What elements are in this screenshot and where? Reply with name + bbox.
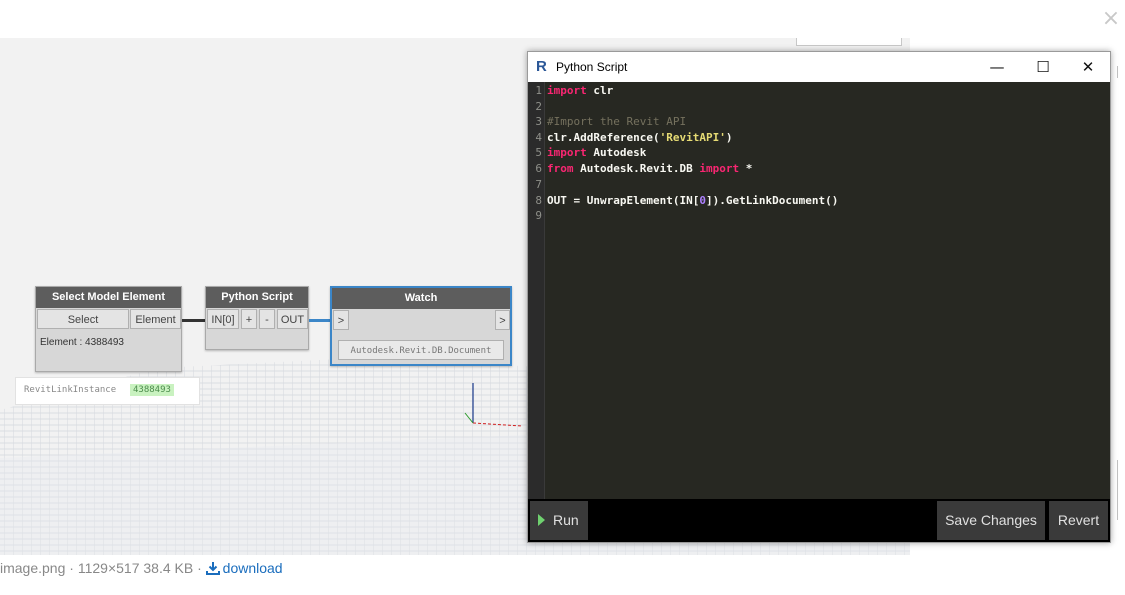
window-titlebar[interactable]: R Python Script — ☐ ✕: [528, 52, 1110, 82]
line-number: 9: [535, 209, 542, 222]
line-number: 8: [535, 194, 542, 207]
window-title: Python Script: [556, 60, 628, 74]
node-title: Watch: [332, 288, 510, 309]
code-line-6: from Autodesk.Revit.DB import *: [547, 162, 753, 175]
line-number: 2: [535, 100, 542, 113]
select-model-element-node[interactable]: Select Model Element Select Element Elem…: [35, 286, 182, 372]
toolbar-stub: [796, 38, 902, 46]
lightbox-close-icon[interactable]: ×: [1101, 8, 1121, 30]
revert-button[interactable]: Revert: [1049, 501, 1108, 540]
line-number: 1: [535, 84, 542, 97]
save-changes-button[interactable]: Save Changes: [937, 501, 1045, 540]
run-button[interactable]: Run: [530, 501, 588, 540]
line-number-gutter: 1 2 3 4 5 6 7 8 9: [528, 82, 545, 499]
download-link[interactable]: download: [205, 560, 283, 576]
watch-input-port[interactable]: >: [333, 310, 349, 330]
preview-value: 4388493: [130, 384, 174, 396]
caption-separator: ·: [69, 560, 74, 576]
line-number: 6: [535, 162, 542, 175]
watch-output-port[interactable]: >: [495, 310, 510, 330]
watch-node[interactable]: Watch > > Autodesk.Revit.DB.Document: [330, 286, 512, 366]
caption-separator: ·: [197, 560, 202, 576]
image-filename: image.png: [0, 560, 66, 576]
play-icon: [538, 514, 545, 526]
select-button[interactable]: Select: [37, 309, 129, 329]
connector-wire[interactable]: [309, 319, 331, 322]
in0-input-port[interactable]: IN[0]: [207, 309, 239, 329]
revit-logo-icon: R: [536, 58, 547, 75]
line-number: 7: [535, 178, 542, 191]
node-title: Select Model Element: [36, 287, 181, 308]
preview-type-label: RevitLinkInstance: [24, 385, 117, 395]
out-output-port[interactable]: OUT: [277, 309, 308, 329]
code-line-8: OUT = UnwrapElement(IN[0]).GetLinkDocume…: [547, 194, 839, 207]
python-script-node[interactable]: Python Script IN[0] + - OUT: [205, 286, 309, 350]
editor-footer: Run Save Changes Revert: [528, 499, 1110, 542]
watch-value: Autodesk.Revit.DB.Document: [338, 340, 504, 360]
close-icon[interactable]: ✕: [1065, 52, 1111, 82]
code-line-1: import clr: [547, 84, 614, 97]
line-number: 5: [535, 146, 542, 159]
download-icon: [205, 562, 220, 575]
code-line-3: #Import the Revit API: [547, 115, 687, 128]
page-scrollbar[interactable]: [1112, 60, 1125, 540]
code-editor[interactable]: 1 2 3 4 5 6 7 8 9 import clr #Import the…: [528, 82, 1110, 499]
image-size: 38.4 KB: [143, 560, 194, 576]
line-number: 4: [535, 131, 542, 144]
code-line-5: import Autodesk: [547, 146, 647, 159]
maximize-icon[interactable]: ☐: [1020, 52, 1066, 82]
node-preview-bubble: RevitLinkInstance 4388493: [15, 377, 200, 405]
code-line-4: clr.AddReference('RevitAPI'): [547, 131, 733, 144]
image-caption: image.png · 1129×517 38.4 KB · download: [0, 560, 283, 576]
element-output-port[interactable]: Element: [130, 309, 181, 329]
element-info: Element : 4388493: [40, 337, 124, 348]
python-script-window[interactable]: R Python Script — ☐ ✕ 1 2 3 4 5 6 7 8 9 …: [527, 51, 1111, 543]
add-input-button[interactable]: +: [241, 309, 257, 329]
image-dimensions: 1129×517: [77, 560, 140, 576]
minimize-icon[interactable]: —: [974, 52, 1020, 82]
line-number: 3: [535, 115, 542, 128]
node-title: Python Script: [206, 287, 308, 308]
connector-wire[interactable]: [182, 319, 206, 322]
remove-input-button[interactable]: -: [259, 309, 275, 329]
